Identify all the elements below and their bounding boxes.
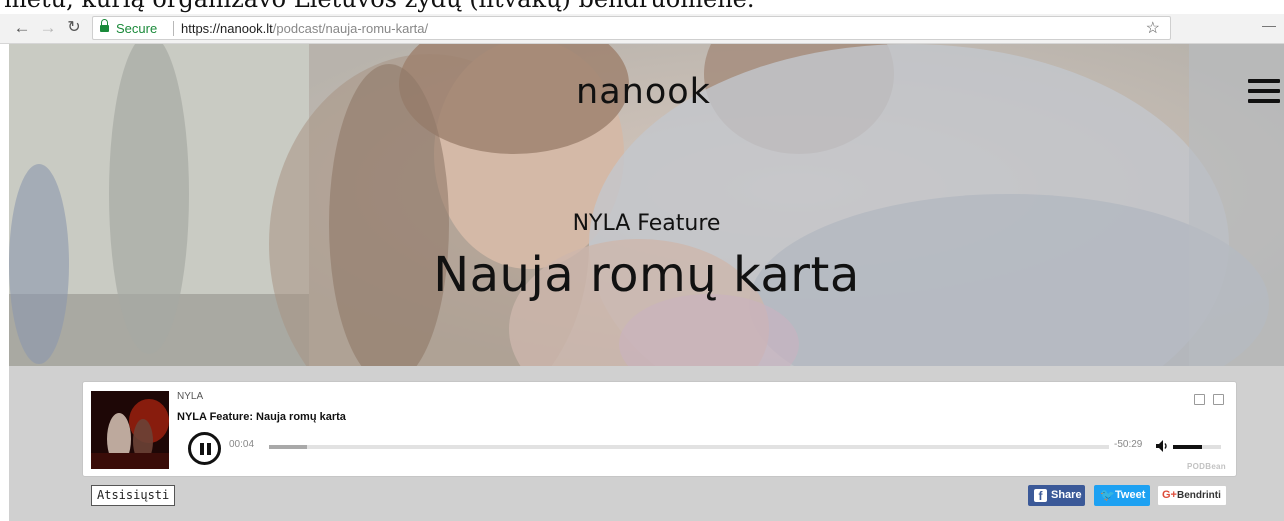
twitter-tweet-label: Tweet — [1115, 489, 1146, 501]
site-logo[interactable]: nanook — [9, 72, 1284, 112]
url-path: /podcast/nauja-romu-karta/ — [272, 21, 429, 36]
google-plus-icon: G+ — [1162, 489, 1177, 501]
address-separator — [173, 21, 174, 36]
google-plus-share-button[interactable]: G+ Bendrinti — [1157, 485, 1227, 506]
secure-label: Secure — [116, 21, 158, 36]
arrow-right-icon[interactable]: → — [38, 18, 58, 38]
player-section: NYLA NYLA Feature: Nauja romų karta 00:0… — [9, 366, 1284, 521]
star-icon[interactable]: ☆ — [1146, 18, 1160, 38]
google-plus-label: Bendrinti — [1177, 490, 1221, 501]
arrow-left-icon[interactable]: ← — [12, 18, 32, 38]
facebook-share-label: Share — [1051, 489, 1082, 501]
twitter-icon: 🐦 — [1100, 488, 1115, 502]
hero-banner: nanook NYLA Feature Nauja romų karta — [9, 44, 1284, 366]
facebook-icon: f — [1034, 489, 1047, 503]
pause-icon[interactable] — [188, 432, 221, 465]
address-bar[interactable]: Secure https://nanook.lt/podcast/nauja-r… — [92, 16, 1171, 40]
reload-icon[interactable]: ↻ — [64, 18, 84, 38]
volume-slider[interactable] — [1173, 445, 1221, 449]
facebook-share-button[interactable]: f Share — [1028, 485, 1085, 506]
lock-icon — [100, 19, 109, 33]
window-minimize-icon[interactable] — [1262, 26, 1276, 27]
download-icon[interactable] — [1194, 394, 1205, 405]
remaining-time: -50:29 — [1114, 439, 1143, 450]
hamburger-icon[interactable] — [1248, 79, 1280, 103]
podbean-brand[interactable]: PODBean — [1187, 462, 1226, 471]
episode-thumbnail — [91, 391, 169, 469]
episode-kicker: NYLA Feature — [572, 211, 721, 236]
url-host: https://nanook.lt — [181, 21, 273, 36]
podcast-player: NYLA NYLA Feature: Nauja romų karta 00:0… — [82, 381, 1237, 477]
episode-title[interactable]: NYLA Feature: Nauja romų karta — [177, 411, 346, 423]
share-icon[interactable] — [1213, 394, 1224, 405]
progress-fill — [269, 445, 307, 449]
twitter-tweet-button[interactable]: 🐦 Tweet — [1094, 485, 1150, 506]
browser-toolbar: ← → ↻ Secure https://nanook.lt/podcast/n… — [0, 14, 1284, 44]
download-button[interactable]: Atsisiųsti — [91, 485, 176, 506]
speaker-icon[interactable] — [1156, 440, 1170, 452]
url-text[interactable]: https://nanook.lt/podcast/nauja-romu-kar… — [181, 21, 428, 36]
volume-fill — [1173, 445, 1202, 449]
elapsed-time: 00:04 — [229, 439, 255, 450]
podcast-author[interactable]: NYLA — [177, 391, 203, 402]
progress-bar[interactable] — [269, 445, 1109, 449]
page-title: Nauja romų karta — [433, 247, 860, 303]
page-caption: metu, kurią organizavo Lietuvos žydų (li… — [0, 0, 1284, 14]
caption-text: metu, kurią organizavo Lietuvos žydų (li… — [4, 0, 754, 13]
